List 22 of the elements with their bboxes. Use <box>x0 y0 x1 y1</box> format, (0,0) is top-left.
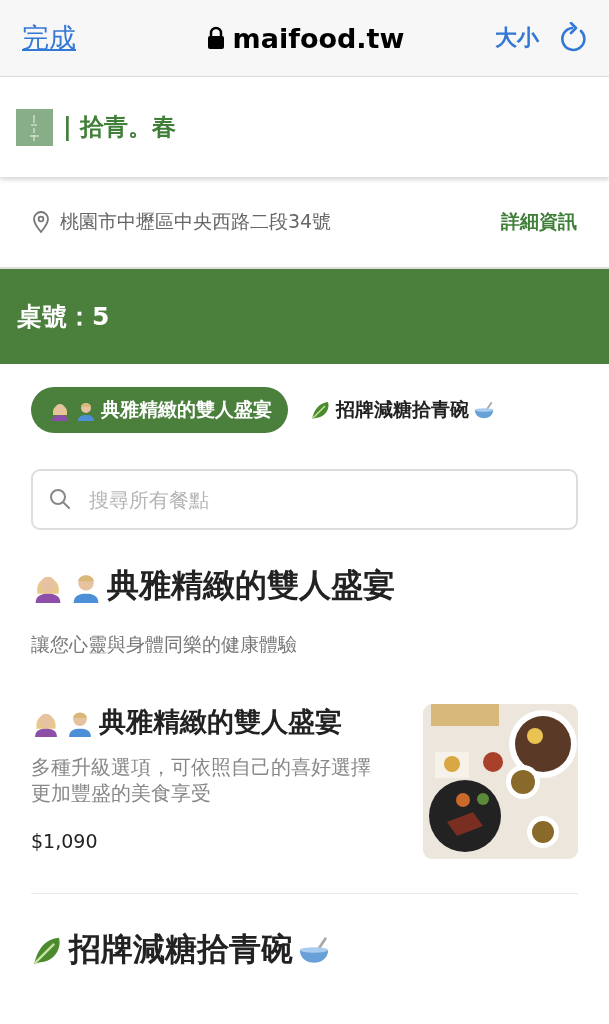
table-number: 桌號：5 <box>17 301 110 333</box>
lock-icon <box>206 26 225 50</box>
menu-item-card[interactable]: 典雅精緻的雙人盛宴 多種升級選項，可依照自己的喜好選擇更加豐盛的美食享受 $1,090 <box>31 704 578 894</box>
search-field[interactable]: 搜尋所有餐點 <box>31 469 578 530</box>
done-link[interactable]: 完成 <box>22 20 172 56</box>
item-price: $1,090 <box>31 830 99 852</box>
logo-icon <box>16 108 53 146</box>
item-name: 典雅精緻的雙人盛宴 <box>31 704 405 740</box>
bowl-icon <box>473 399 495 421</box>
text-size-button[interactable]: 大小 <box>495 23 539 53</box>
shop-name: | 拾青。春 <box>63 112 177 143</box>
location-pin-icon <box>32 211 50 233</box>
category-tab[interactable]: 典雅精緻的雙人盛宴 <box>31 387 288 433</box>
category-tab[interactable]: 招牌減糖拾青碗 <box>310 387 495 433</box>
section-heading: 典雅精緻的雙人盛宴 <box>31 564 578 608</box>
url-text[interactable]: maifood.tw <box>232 22 405 54</box>
section-heading: 招牌減糖拾青碗 <box>31 928 578 972</box>
reload-icon[interactable] <box>561 22 589 54</box>
section-subtitle: 讓您心靈與身體同樂的健康體驗 <box>31 632 298 657</box>
item-description: 多種升級選項，可依照自己的喜好選擇更加豐盛的美食享受 <box>31 754 372 806</box>
details-link[interactable]: 詳細資訊 <box>501 209 577 235</box>
address-text: 桃園市中壢區中央西路二段34號 <box>60 209 333 234</box>
